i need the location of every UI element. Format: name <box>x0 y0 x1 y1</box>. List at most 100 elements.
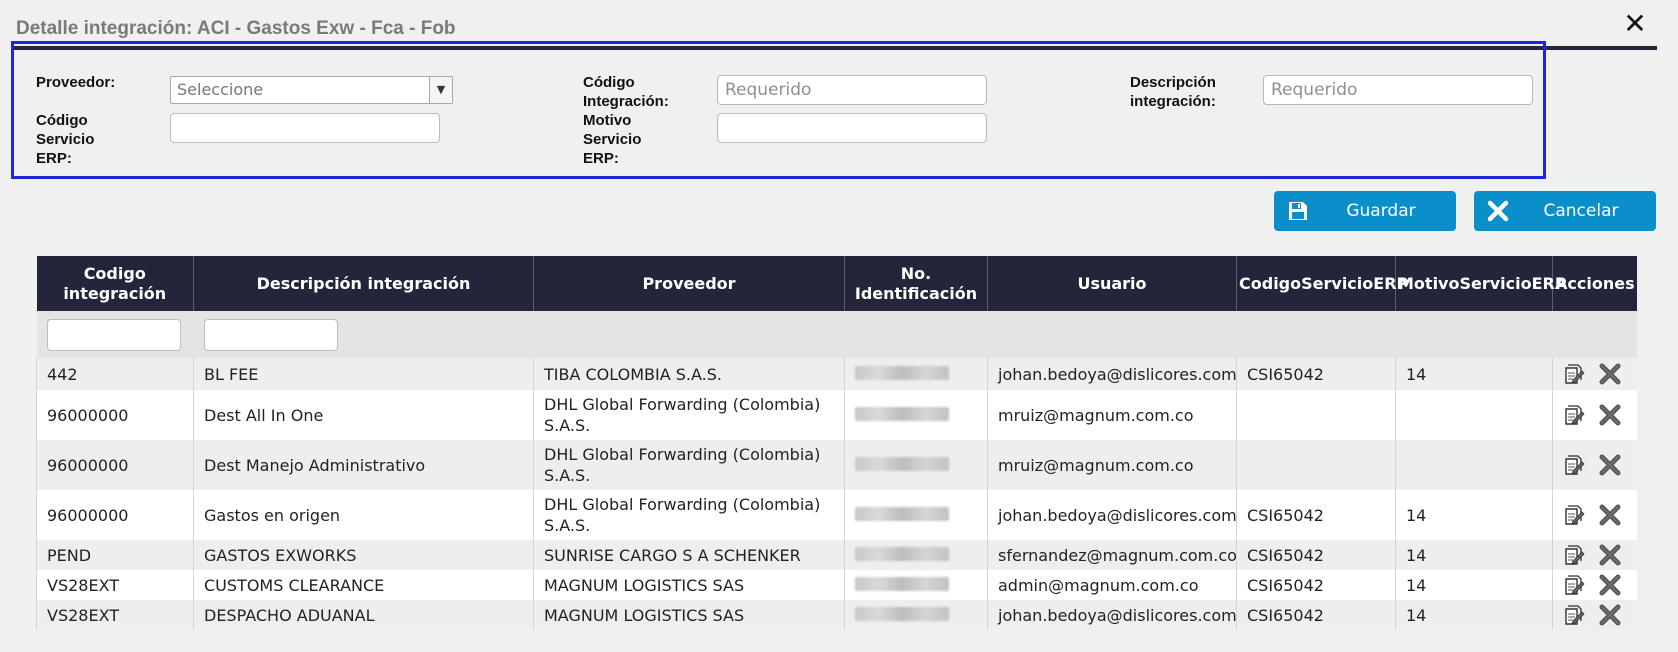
cell-codigo-servicio-erp: CSI65042 <box>1236 358 1396 390</box>
cell-no-identificacion <box>844 570 988 600</box>
delete-x-icon[interactable] <box>1599 404 1621 426</box>
table-row[interactable]: 96000000 Dest Manejo Administrativo DHL Gl… <box>36 440 1637 490</box>
table-row[interactable]: 96000000 Gastos en origen DHL Global Forwa… <box>36 490 1637 540</box>
proveedor-select[interactable]: Seleccione ▼ <box>170 76 453 104</box>
chevron-down-icon[interactable]: ▼ <box>429 77 452 103</box>
cell-usuario: mruiz@magnum.com.co <box>987 440 1237 490</box>
cell-usuario: johan.bedoya@dislicores.com <box>987 490 1237 540</box>
cell-codigo: PEND <box>36 540 194 570</box>
cell-acciones <box>1552 600 1637 630</box>
descripcion-integracion-input[interactable] <box>1263 75 1533 105</box>
cell-usuario: johan.bedoya@dislicores.com <box>987 600 1237 630</box>
cell-codigo: VS28EXT <box>36 600 194 630</box>
cell-acciones <box>1552 440 1637 490</box>
cell-acciones <box>1552 540 1637 570</box>
delete-x-icon[interactable] <box>1599 574 1621 596</box>
delete-x-icon[interactable] <box>1599 604 1621 626</box>
redacted-identification <box>855 506 949 521</box>
codigo-integracion-input[interactable] <box>717 75 987 105</box>
edit-document-icon[interactable] <box>1563 363 1585 385</box>
edit-document-icon[interactable] <box>1563 454 1585 476</box>
cell-no-identificacion <box>844 600 988 630</box>
motivo-servicio-label: Motivo Servicio ERP: <box>583 112 642 167</box>
cell-proveedor: DHL Global Forwarding (Colombia) S.A.S. <box>533 440 845 490</box>
proveedor-select-value: Seleccione <box>177 80 264 99</box>
cell-no-identificacion <box>844 390 988 440</box>
delete-x-icon[interactable] <box>1599 363 1621 385</box>
edit-document-icon[interactable] <box>1563 544 1585 566</box>
cell-codigo: VS28EXT <box>36 570 194 600</box>
column-header-codigo[interactable]: Codigo integración <box>36 256 194 311</box>
cell-codigo-servicio-erp: CSI65042 <box>1236 600 1396 630</box>
redacted-identification <box>855 576 949 591</box>
delete-x-icon[interactable] <box>1599 544 1621 566</box>
cell-motivo-servicio-erp <box>1395 390 1553 440</box>
cell-codigo-servicio-erp: CSI65042 <box>1236 490 1396 540</box>
codigo-servicio-label: Código Servicio ERP: <box>36 112 95 167</box>
cell-descripcion: CUSTOMS CLEARANCE <box>193 570 534 600</box>
cell-codigo-servicio-erp <box>1236 390 1396 440</box>
column-header-no-identificacion[interactable]: No. Identificación <box>844 256 988 311</box>
table-header-row: Codigo integración Descripción integraci… <box>36 256 1637 311</box>
cell-descripcion: Dest All In One <box>193 390 534 440</box>
cell-acciones <box>1552 358 1637 390</box>
cancel-button[interactable]: Cancelar <box>1474 191 1656 231</box>
column-header-codigo-servicio-erp[interactable]: CodigoServicioERP <box>1236 256 1408 311</box>
edit-document-icon[interactable] <box>1563 404 1585 426</box>
cell-no-identificacion <box>844 440 988 490</box>
x-icon <box>1474 200 1522 222</box>
form-panel <box>11 41 1546 179</box>
delete-x-icon[interactable] <box>1599 504 1621 526</box>
table-row[interactable]: PEND GASTOS EXWORKS SUNRISE CARGO S A SCHE… <box>36 540 1637 570</box>
cell-motivo-servicio-erp: 14 <box>1395 540 1553 570</box>
cell-descripcion: BL FEE <box>193 358 534 390</box>
filter-row <box>36 311 1637 358</box>
dialog-title: Detalle integración: ACI - Gastos Exw - … <box>16 18 456 39</box>
cell-usuario: admin@magnum.com.co <box>987 570 1237 600</box>
table-row[interactable]: VS28EXT CUSTOMS CLEARANCE MAGNUM LOGISTICS… <box>36 570 1637 600</box>
cell-proveedor: DHL Global Forwarding (Colombia) S.A.S. <box>533 390 845 440</box>
column-header-descripcion[interactable]: Descripción integración <box>193 256 534 311</box>
cell-descripcion: Gastos en origen <box>193 490 534 540</box>
proveedor-label: Proveedor: <box>36 74 116 91</box>
motivo-servicio-input[interactable] <box>717 113 987 143</box>
cell-codigo: 442 <box>36 358 194 390</box>
cell-motivo-servicio-erp: 14 <box>1395 570 1553 600</box>
cell-codigo: 96000000 <box>36 440 194 490</box>
cell-acciones <box>1552 390 1637 440</box>
column-header-usuario[interactable]: Usuario <box>987 256 1237 311</box>
codigo-integracion-label: Código Integración: <box>583 74 669 110</box>
cell-proveedor: SUNRISE CARGO S A SCHENKER <box>533 540 845 570</box>
redacted-identification <box>855 456 949 471</box>
cell-motivo-servicio-erp: 14 <box>1395 490 1553 540</box>
cell-codigo: 96000000 <box>36 390 194 440</box>
cell-motivo-servicio-erp <box>1395 440 1553 490</box>
descripcion-integracion-label: Descripción integración: <box>1130 74 1216 110</box>
cancel-button-label: Cancelar <box>1543 201 1619 221</box>
cell-proveedor: DHL Global Forwarding (Colombia) S.A.S. <box>533 490 845 540</box>
cell-no-identificacion <box>844 540 988 570</box>
cell-descripcion: DESPACHO ADUANAL <box>193 600 534 630</box>
cell-proveedor: MAGNUM LOGISTICS SAS <box>533 600 845 630</box>
column-header-motivo-servicio-erp[interactable]: MotivoServicioERP <box>1395 256 1567 311</box>
cell-motivo-servicio-erp: 14 <box>1395 600 1553 630</box>
filter-descripcion-input[interactable] <box>203 318 338 351</box>
edit-document-icon[interactable] <box>1563 574 1585 596</box>
save-button[interactable]: Guardar <box>1274 191 1456 231</box>
table-row[interactable]: 96000000 Dest All In One DHL Global Forwar… <box>36 390 1637 440</box>
table-row[interactable]: 442 BL FEE TIBA COLOMBIA S.A.S. johan.bedoy… <box>36 358 1637 390</box>
column-header-proveedor[interactable]: Proveedor <box>533 256 845 311</box>
edit-document-icon[interactable] <box>1563 604 1585 626</box>
delete-x-icon[interactable] <box>1599 454 1621 476</box>
cell-codigo-servicio-erp: CSI65042 <box>1236 540 1396 570</box>
filter-codigo-input[interactable] <box>46 318 181 351</box>
cell-codigo-servicio-erp <box>1236 440 1396 490</box>
cell-proveedor: MAGNUM LOGISTICS SAS <box>533 570 845 600</box>
cell-descripcion: Dest Manejo Administrativo <box>193 440 534 490</box>
close-icon[interactable]: ✕ <box>1620 10 1650 40</box>
redacted-identification <box>855 406 949 421</box>
edit-document-icon[interactable] <box>1563 504 1585 526</box>
codigo-servicio-input[interactable] <box>170 113 440 143</box>
cell-usuario: sfernandez@magnum.com.co <box>987 540 1237 570</box>
table-row[interactable]: VS28EXT DESPACHO ADUANAL MAGNUM LOGISTICS … <box>36 600 1637 630</box>
